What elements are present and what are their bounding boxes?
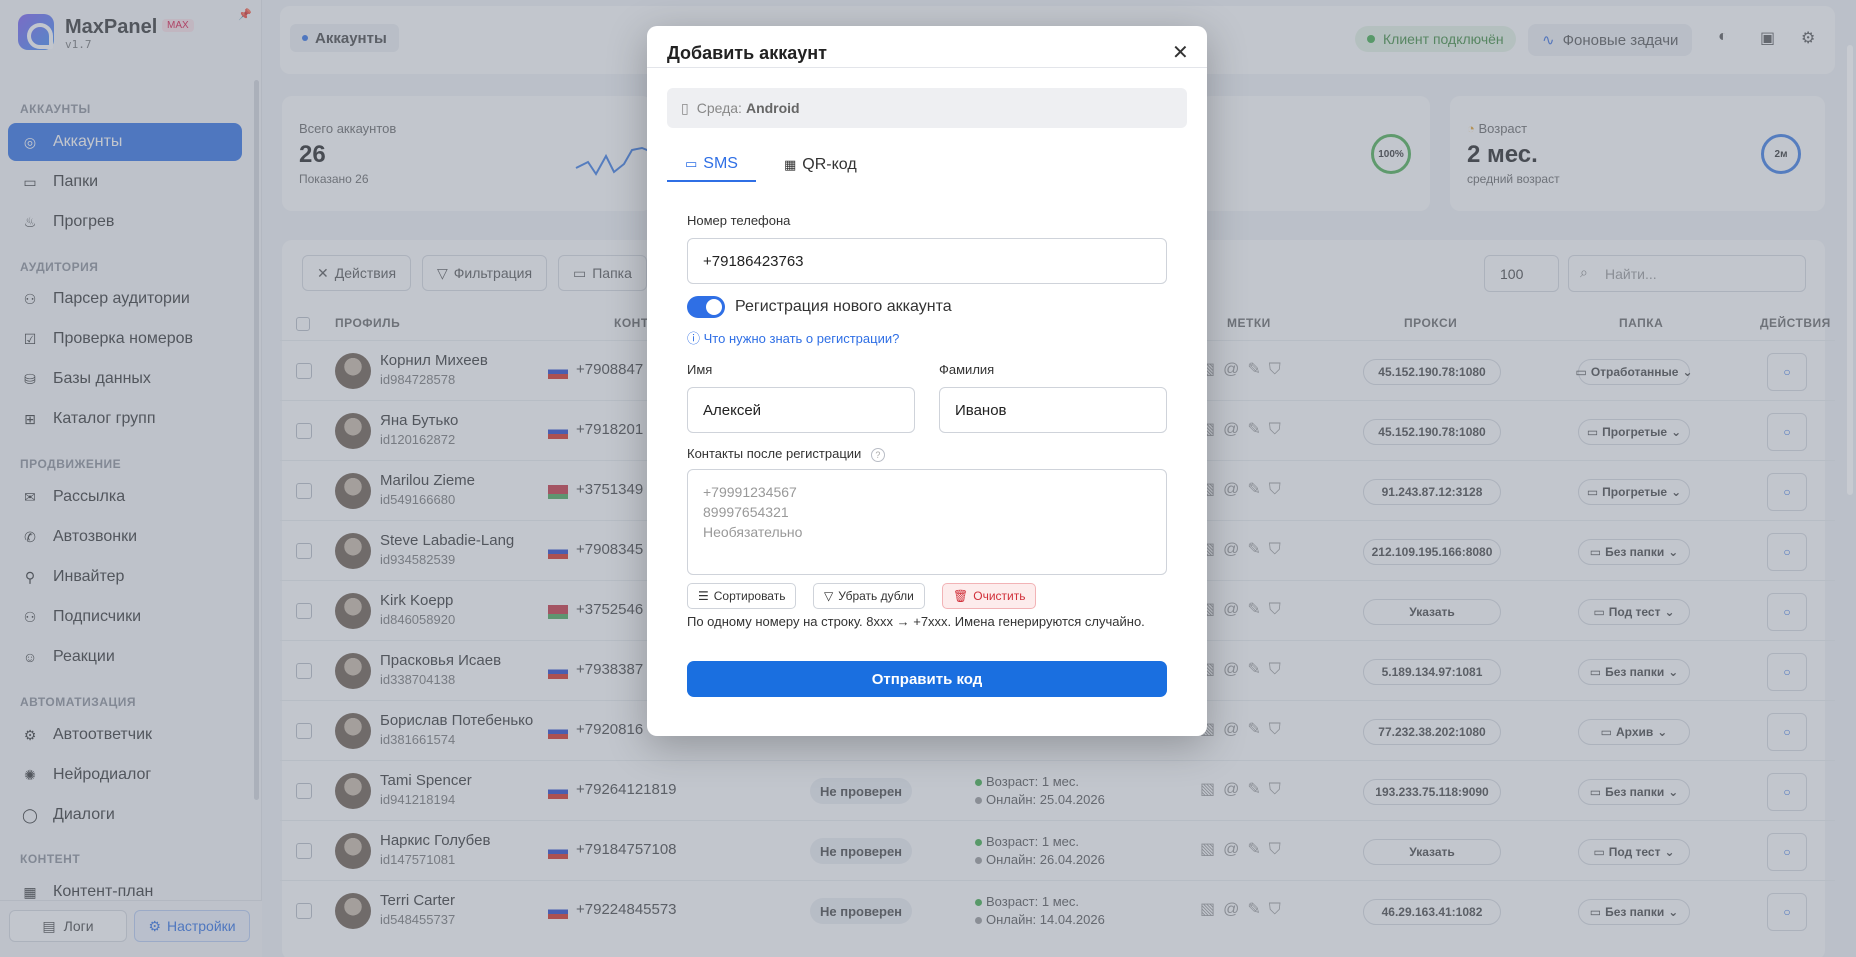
contacts-label: Контакты после регистрации ? [687,446,885,462]
close-icon[interactable]: ✕ [1172,40,1189,65]
modal-title: Добавить аккаунт [667,43,827,63]
page-scrollbar[interactable] [1847,45,1853,495]
info-icon: ⓘ [687,331,701,346]
register-toggle[interactable] [687,296,725,318]
last-name-input[interactable]: Иванов [939,387,1167,433]
sort-button[interactable]: ☰ Сортировать [687,583,797,609]
tab-sms[interactable]: ▭ SMS [667,148,756,182]
phone-label: Номер телефона [687,213,791,228]
registration-help-link[interactable]: ⓘ Что нужно знать о регистрации? [687,328,899,347]
clear-button[interactable]: 🗑 Очистить [942,583,1037,609]
send-code-button[interactable]: Отправить код [687,661,1167,697]
first-name-input[interactable]: Алексей [687,387,915,433]
sort-icon: ☰ [698,589,709,603]
environment-field: ▯ Среда: Android [667,88,1187,128]
first-name-label: Имя [687,362,713,377]
qr-icon: ▦ [784,157,797,172]
last-name-label: Фамилия [939,362,995,377]
dedupe-button[interactable]: ▽ Убрать дубли [813,583,925,609]
contacts-textarea[interactable]: +79991234567 89997654321 Необязательно [687,469,1167,575]
phone-device-icon: ▯ [681,99,689,116]
trash-icon: 🗑 [953,589,969,603]
filter-icon: ▽ [824,589,834,603]
modal-divider [647,67,1207,68]
contacts-hint: По одному номеру на строку. 8xxx → +7xxx… [687,614,1145,629]
help-circle-icon[interactable]: ? [870,448,885,462]
add-account-modal: Добавить аккаунт ✕ ▯ Среда: Android ▭ SMS ▦… [647,26,1207,736]
phone-input[interactable]: +79186423763 [687,238,1167,284]
register-label: Регистрация нового аккаунта [735,298,952,315]
tab-qr[interactable]: ▦ QR-код [766,148,875,182]
message-icon: ▭ [685,156,698,171]
